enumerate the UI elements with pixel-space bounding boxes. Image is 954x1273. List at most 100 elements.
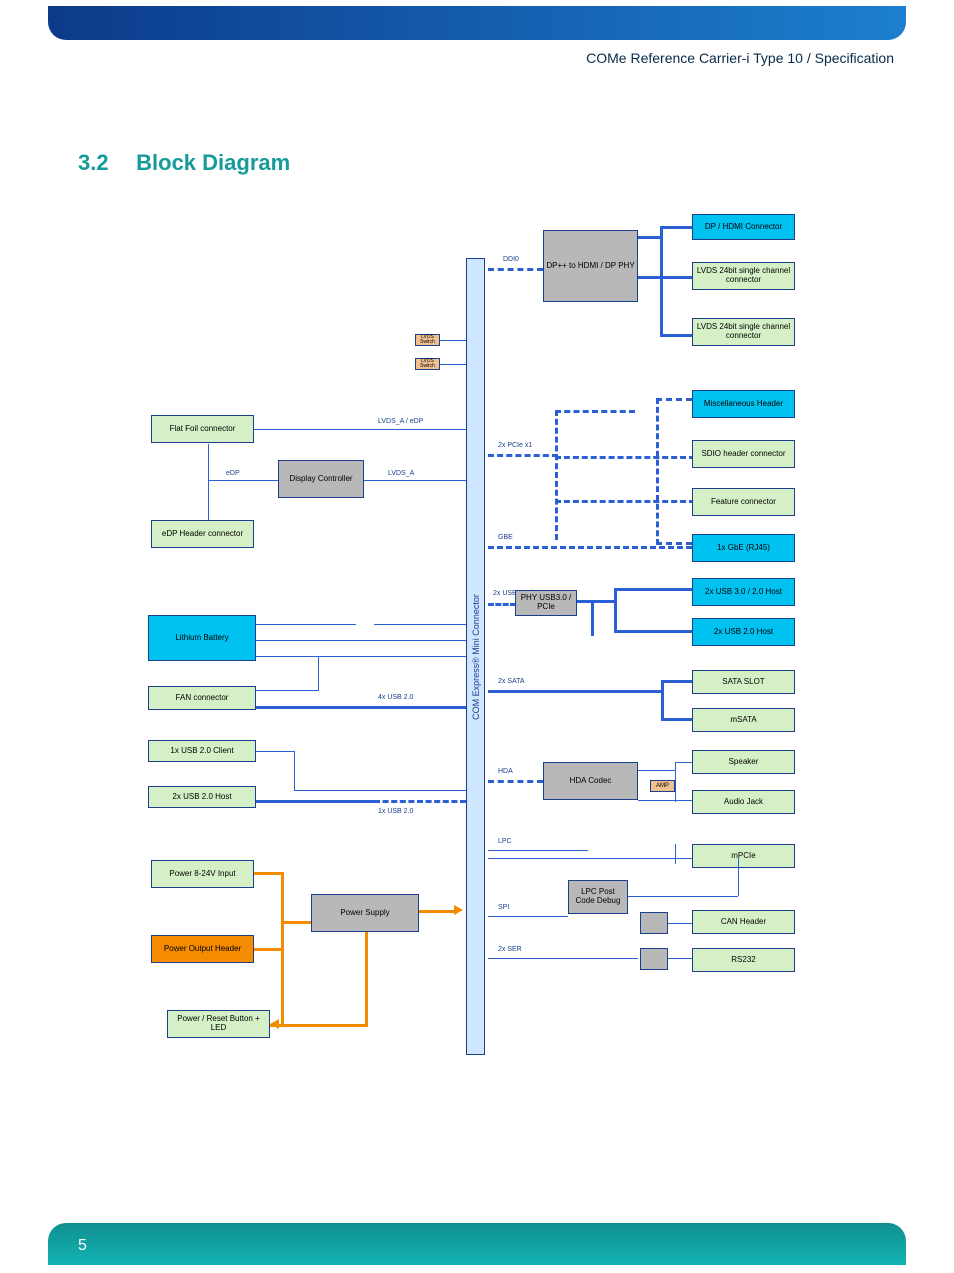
block-lpc-debug: LPC Post Code Debug — [568, 880, 628, 914]
wire — [675, 762, 692, 763]
block-diagram: COM Express® Mini Connector DDI0 DP++ to… — [78, 200, 878, 1070]
wire — [738, 858, 739, 896]
wire — [440, 340, 466, 341]
wire — [294, 790, 324, 791]
wire — [638, 276, 693, 279]
block-sdio-hdr: SDIO header connector — [692, 440, 795, 468]
block-rs232: RS232 — [692, 948, 795, 972]
label-usb20-4: 4x USB 2.0 — [378, 694, 413, 701]
wire — [638, 770, 675, 771]
block-pwr-btn: Power / Reset Button + LED — [167, 1010, 270, 1038]
wire — [661, 680, 664, 720]
wire — [488, 850, 588, 851]
wire — [555, 456, 695, 459]
wire — [577, 600, 617, 603]
block-lvds2: LVDS 24bit single channel connector — [692, 318, 795, 346]
block-display-ctrl: Display Controller — [278, 460, 364, 498]
label-ser: 2x SER — [498, 946, 522, 953]
block-usb2-host: 2x USB 2.0 Host — [692, 618, 795, 646]
wire — [365, 932, 368, 1027]
wire — [488, 690, 664, 693]
arrow-btn — [270, 1019, 279, 1029]
wire — [256, 690, 318, 691]
block-lvds-switch-b: LVDS Switch — [415, 358, 440, 370]
wire — [374, 624, 466, 625]
label-gbe: GBE — [498, 534, 513, 541]
wire — [256, 640, 466, 641]
wire — [661, 718, 692, 721]
wire — [322, 800, 378, 803]
wire — [668, 958, 692, 959]
block-lvds1: LVDS 24bit single channel connector — [692, 262, 795, 290]
block-fan: FAN connector — [148, 686, 256, 710]
wire — [488, 780, 543, 783]
block-usb3-host: 2x USB 3.0 / 2.0 Host — [692, 578, 795, 606]
wire — [555, 410, 558, 540]
wire — [208, 480, 278, 481]
block-amp: AMP — [650, 780, 675, 792]
label-pic-note: . — [176, 948, 178, 954]
wire — [256, 800, 326, 803]
wire — [374, 800, 466, 803]
wire — [254, 948, 284, 951]
block-misc-hdr: Miscellaneous Header — [692, 390, 795, 418]
block-dp-hdmi: DP / HDMI Connector — [692, 214, 795, 240]
page-number: 5 — [78, 1237, 87, 1255]
block-pwr-in: Power 8-24V Input — [151, 860, 254, 888]
wire — [364, 480, 466, 481]
wire — [661, 680, 692, 683]
wire — [591, 600, 594, 636]
wire — [254, 429, 466, 430]
block-edp-hdr: eDP Header connector — [151, 520, 254, 548]
block-mpcie: mPCIe — [692, 844, 795, 868]
wire — [675, 844, 676, 864]
section-number: 3.2 — [78, 150, 130, 176]
wire — [208, 444, 209, 520]
block-phy-usb3: PHY USB3.0 / PCIe — [515, 590, 577, 616]
block-gbe: 1x GbE (RJ45) — [692, 534, 795, 562]
label-ddi0: DDI0 — [503, 256, 519, 263]
block-battery: Lithium Battery — [148, 615, 256, 661]
wire — [374, 706, 466, 709]
block-feat-hdr: Feature connector — [692, 488, 795, 516]
wire — [614, 588, 617, 633]
wire — [281, 921, 284, 951]
wire — [555, 500, 695, 503]
wire — [419, 910, 456, 913]
wire — [281, 872, 284, 924]
wire — [440, 364, 466, 365]
block-can-hdr: CAN Header — [692, 910, 795, 934]
block-uart-xcvr — [640, 948, 668, 970]
block-msata: mSATA — [692, 708, 795, 732]
block-usb2-host-left: 2x USB 2.0 Host — [148, 786, 256, 808]
label-usb20-1: 1x USB 2.0 — [378, 808, 413, 815]
wire — [281, 1024, 368, 1027]
wire — [256, 624, 356, 625]
wire — [555, 410, 635, 413]
block-dp-hdmi-phy: DP++ to HDMI / DP PHY — [543, 230, 638, 302]
wire-ddi0 — [488, 268, 543, 271]
bottom-bar: 5 — [48, 1223, 906, 1265]
page: COMe Reference Carrier-i Type 10 / Speci… — [0, 0, 954, 1273]
wire — [294, 751, 295, 791]
wire — [488, 858, 692, 859]
wire — [668, 923, 692, 924]
wire — [638, 800, 692, 801]
com-express-connector: COM Express® Mini Connector — [466, 258, 485, 1055]
label-edp: eDP — [226, 470, 240, 477]
wire — [281, 948, 284, 1027]
label-sata: 2x SATA — [498, 678, 525, 685]
block-can-xcvr — [640, 912, 668, 934]
connector-label: COM Express® Mini Connector — [471, 594, 481, 720]
section-heading: 3.2 Block Diagram — [78, 150, 290, 176]
wire — [660, 226, 692, 229]
wire — [318, 656, 319, 691]
block-speaker: Speaker — [692, 750, 795, 774]
wire — [660, 334, 692, 337]
wire — [256, 656, 466, 657]
block-pwr-supply: Power Supply — [311, 894, 419, 932]
arrow-pwr-to-connector — [454, 905, 463, 915]
wire — [488, 958, 638, 959]
block-lvds-switch-a: LVDS Switch — [415, 334, 440, 346]
wire — [614, 630, 692, 633]
